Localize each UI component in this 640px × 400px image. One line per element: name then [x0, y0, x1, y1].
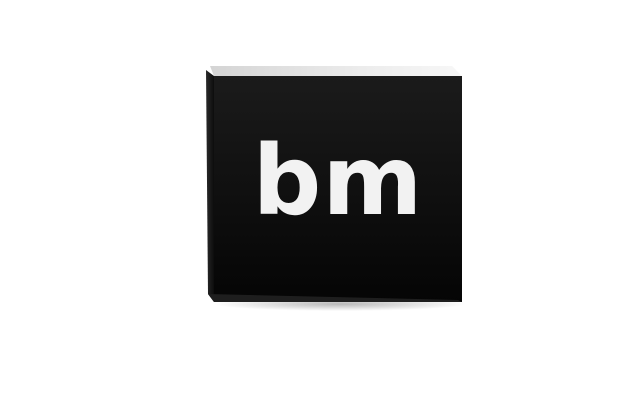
bm-logo: bm — [206, 64, 466, 311]
logo-face: bm — [214, 76, 462, 302]
logo-text: bm — [252, 125, 424, 237]
